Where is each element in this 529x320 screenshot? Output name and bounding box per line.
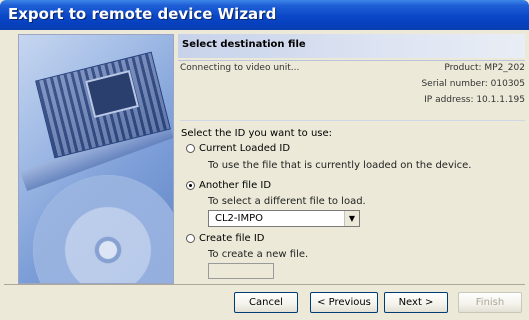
next-button[interactable]: Next > (384, 292, 448, 313)
radio-create-file-id[interactable]: Create file ID (186, 233, 264, 244)
select-id-prompt: Select the ID you want to use: (181, 128, 333, 139)
cancel-button[interactable]: Cancel (234, 292, 298, 313)
radio-label: Current Loaded ID (199, 143, 291, 154)
header-separator (178, 60, 525, 61)
previous-button[interactable]: < Previous (310, 292, 378, 313)
connection-status: Connecting to video unit... (180, 63, 300, 73)
chevron-down-icon[interactable]: ▼ (344, 211, 359, 226)
ip-address-label: IP address: 10.1.1.195 (424, 95, 525, 105)
radio-label: Another file ID (199, 180, 272, 191)
disc-graphic (33, 175, 173, 283)
step-title: Select destination file (182, 39, 306, 50)
radio-current-loaded-id[interactable]: Current Loaded ID (186, 143, 290, 154)
option-description: To use the file that is currently loaded… (208, 160, 472, 171)
radio-button[interactable] (186, 234, 195, 243)
radio-label: Create file ID (199, 233, 265, 244)
wizard-body: Select destination file Connecting to vi… (4, 30, 525, 320)
radio-button-selected[interactable] (186, 181, 195, 190)
option-description: To create a new file. (208, 249, 309, 260)
wizard-side-image (18, 34, 174, 284)
finish-button[interactable]: Finish (458, 292, 522, 313)
file-id-dropdown[interactable]: CL2-IMPO ▼ (208, 210, 360, 227)
step-header: Select destination file (178, 34, 525, 58)
section-divider (180, 120, 525, 121)
footer-separator (4, 284, 525, 285)
radio-button[interactable] (186, 144, 195, 153)
product-label: Product: MP2_202 (444, 63, 525, 73)
wizard-window: Export to remote device Wizard Select de… (0, 0, 529, 320)
serial-number-label: Serial number: 010305 (421, 79, 525, 89)
title-bar[interactable]: Export to remote device Wizard (0, 0, 529, 30)
window-title: Export to remote device Wizard (8, 5, 277, 23)
new-file-id-input[interactable] (208, 263, 274, 279)
dropdown-value: CL2-IMPO (215, 213, 264, 224)
radio-another-file-id[interactable]: Another file ID (186, 180, 271, 191)
option-description: To select a different file to load. (208, 196, 366, 207)
